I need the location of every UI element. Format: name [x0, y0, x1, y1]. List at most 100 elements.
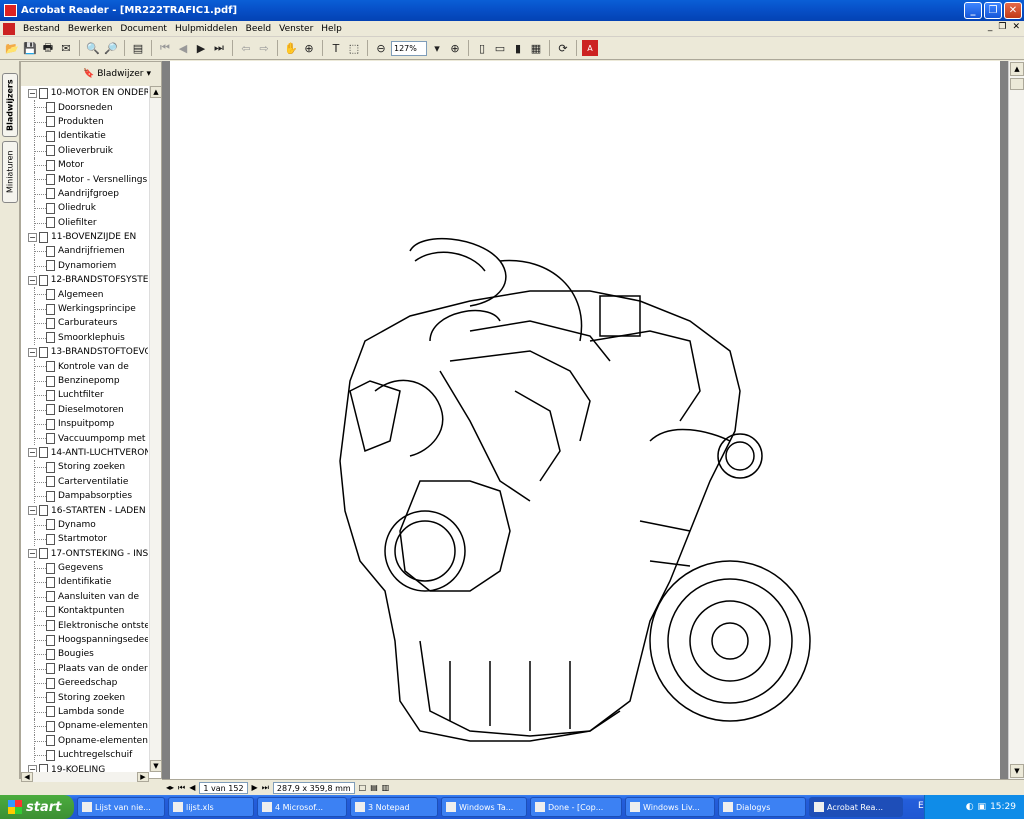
- collapse-icon[interactable]: −: [28, 549, 37, 559]
- bookmarks-vertical-scrollbar[interactable]: ▲ ▼: [149, 86, 162, 772]
- bookmark-item[interactable]: Identifikatie: [21, 575, 148, 590]
- bookmark-item[interactable]: Produkten: [21, 114, 148, 130]
- bookmark-item[interactable]: Luchtfilter: [21, 388, 148, 403]
- bookmark-item[interactable]: Hoogspanningsedeelen: [21, 632, 148, 648]
- bookmarks-menu-button[interactable]: Bladwijzer: [97, 69, 143, 79]
- scroll-right-button[interactable]: ▶: [137, 772, 149, 782]
- bookmark-section[interactable]: − 12-BRANDSTOFSYSTEEM: [21, 273, 148, 287]
- doc-scroll-down-button[interactable]: ▼: [1010, 764, 1024, 778]
- first-page-icon[interactable]: ⏮: [157, 40, 173, 56]
- collapse-icon[interactable]: −: [28, 88, 37, 98]
- taskbar-button[interactable]: Lijst van nie...: [77, 797, 165, 817]
- document-area[interactable]: [162, 61, 1008, 779]
- fit-width-icon[interactable]: ▮: [510, 40, 526, 56]
- bookmark-item[interactable]: Identikatie: [21, 129, 148, 144]
- collapse-icon[interactable]: −: [28, 232, 37, 242]
- taskbar-button[interactable]: Acrobat Rea...: [809, 797, 903, 817]
- doc-scroll-thumb[interactable]: [1010, 78, 1024, 90]
- statusbar-last-page-icon[interactable]: ⏭: [262, 783, 269, 793]
- bookmark-item[interactable]: Aandrijfgroep: [21, 186, 148, 202]
- open-icon[interactable]: 📂: [4, 40, 20, 56]
- fit-page-icon[interactable]: ▭: [492, 40, 508, 56]
- doc-minimize-icon[interactable]: _: [988, 22, 993, 32]
- taskbar-button[interactable]: Windows Liv...: [625, 797, 715, 817]
- previous-page-icon[interactable]: ◀: [175, 40, 191, 56]
- bookmark-item[interactable]: Aansluiten van de: [21, 589, 148, 605]
- taskbar-button[interactable]: lijst.xls: [168, 797, 254, 817]
- next-page-icon[interactable]: ▶: [193, 40, 209, 56]
- find-icon[interactable]: 🔎: [103, 40, 119, 56]
- start-button[interactable]: start: [0, 795, 74, 819]
- zoom-tool-icon[interactable]: ⊕: [301, 40, 317, 56]
- menu-bewerken[interactable]: Bewerken: [64, 24, 116, 34]
- zoom-dropdown-icon[interactable]: ▾: [429, 40, 445, 56]
- bookmark-item[interactable]: Motor: [21, 157, 148, 173]
- fit-visible-icon[interactable]: ▦: [528, 40, 544, 56]
- taskbar-button[interactable]: 3 Notepad: [350, 797, 438, 817]
- menu-bestand[interactable]: Bestand: [19, 24, 64, 34]
- bookmark-item[interactable]: Startmotor: [21, 532, 148, 547]
- bookmark-section[interactable]: − 11-BOVENZIJDE EN: [21, 230, 148, 244]
- zoom-field[interactable]: 127%: [391, 40, 427, 56]
- continuous-page-icon[interactable]: ▤: [370, 783, 378, 792]
- email-icon[interactable]: ✉: [58, 40, 74, 56]
- bookmark-item[interactable]: Elektronische ontsteking: [21, 618, 148, 633]
- chevron-down-icon[interactable]: ▾: [146, 69, 151, 79]
- bookmark-item[interactable]: Carburateurs: [21, 316, 148, 331]
- statusbar-next-page-icon[interactable]: ▶: [252, 783, 258, 792]
- taskbar-button[interactable]: Done - [Cop...: [530, 797, 622, 817]
- hand-tool-icon[interactable]: ✋: [283, 40, 299, 56]
- bookmark-item[interactable]: Werkingsprincipe: [21, 301, 148, 317]
- bookmark-item[interactable]: Dieselmotoren: [21, 402, 148, 417]
- statusbar-first-page-icon[interactable]: ⏮: [178, 783, 185, 793]
- menu-venster[interactable]: Venster: [275, 24, 317, 34]
- bookmark-item[interactable]: Inspuitpomp: [21, 416, 148, 432]
- previous-view-icon[interactable]: ⇦: [238, 40, 254, 56]
- single-page-icon[interactable]: □: [359, 783, 367, 792]
- doc-close-icon[interactable]: ✕: [1012, 22, 1020, 32]
- bookmark-item[interactable]: Algemeen: [21, 287, 148, 302]
- rotate-icon[interactable]: ⟳: [555, 40, 571, 56]
- bookmark-item[interactable]: Carterventilatie: [21, 474, 148, 489]
- bookmark-item[interactable]: Kontrole van de: [21, 359, 148, 374]
- bookmark-section[interactable]: − 10-MOTOR EN ONDERDELEN: [21, 86, 148, 100]
- bookmark-section[interactable]: − 13-BRANDSTOFTOEVOER: [21, 345, 148, 359]
- bookmark-item[interactable]: Opname-elementen: [21, 733, 148, 748]
- snapshot-icon[interactable]: ⬚: [346, 40, 362, 56]
- tab-thumbnails[interactable]: Miniaturen: [2, 141, 18, 203]
- bookmark-item[interactable]: Doorsneden: [21, 100, 148, 115]
- bookmark-item[interactable]: Plaats van de onderdelen: [21, 661, 148, 677]
- collapse-icon[interactable]: −: [28, 275, 37, 285]
- zoom-in-icon[interactable]: ⊕: [447, 40, 463, 56]
- bookmark-item[interactable]: Dynamo: [21, 517, 148, 533]
- menu-beeld[interactable]: Beeld: [242, 24, 275, 34]
- pdf-page[interactable]: [170, 61, 1000, 779]
- close-button[interactable]: ✕: [1004, 2, 1022, 19]
- bookmark-item[interactable]: Oliefilter: [21, 215, 148, 230]
- next-view-icon[interactable]: ⇨: [256, 40, 272, 56]
- statusbar-previous-page-icon[interactable]: ◀: [189, 783, 195, 792]
- page-number-field[interactable]: 1 van 152: [199, 781, 248, 794]
- bookmark-item[interactable]: Storing zoeken: [21, 460, 148, 475]
- statusbar-toggle-icon[interactable]: ◂▸: [166, 783, 174, 792]
- bookmark-item[interactable]: Luchtregelschuif: [21, 747, 148, 763]
- bookmark-item[interactable]: Storing zoeken: [21, 690, 148, 705]
- bookmark-item[interactable]: Benzinepomp: [21, 373, 148, 389]
- bookmark-section[interactable]: − 19-KOELING: [21, 762, 148, 772]
- show-navigation-icon[interactable]: ▤: [130, 40, 146, 56]
- bookmark-item[interactable]: Kontaktpunten: [21, 604, 148, 619]
- bookmark-item[interactable]: Dampabsorpties: [21, 488, 148, 504]
- scroll-down-button[interactable]: ▼: [150, 760, 162, 772]
- taskbar-button[interactable]: 4 Microsof...: [257, 797, 347, 817]
- bookmark-item[interactable]: Aandrijfriemen: [21, 244, 148, 259]
- search-icon[interactable]: 🔍: [85, 40, 101, 56]
- collapse-icon[interactable]: −: [28, 765, 37, 772]
- menu-document[interactable]: Document: [116, 24, 171, 34]
- bookmark-item[interactable]: Dynamoriem: [21, 258, 148, 274]
- doc-restore-icon[interactable]: ❐: [998, 22, 1006, 32]
- taskbar-button[interactable]: Windows Ta...: [441, 797, 527, 817]
- scroll-left-button[interactable]: ◀: [21, 772, 33, 782]
- doc-scroll-up-button[interactable]: ▲: [1010, 62, 1024, 76]
- bookmark-item[interactable]: Gereedschap: [21, 676, 148, 691]
- bookmark-item[interactable]: Smoorklephuis: [21, 330, 148, 346]
